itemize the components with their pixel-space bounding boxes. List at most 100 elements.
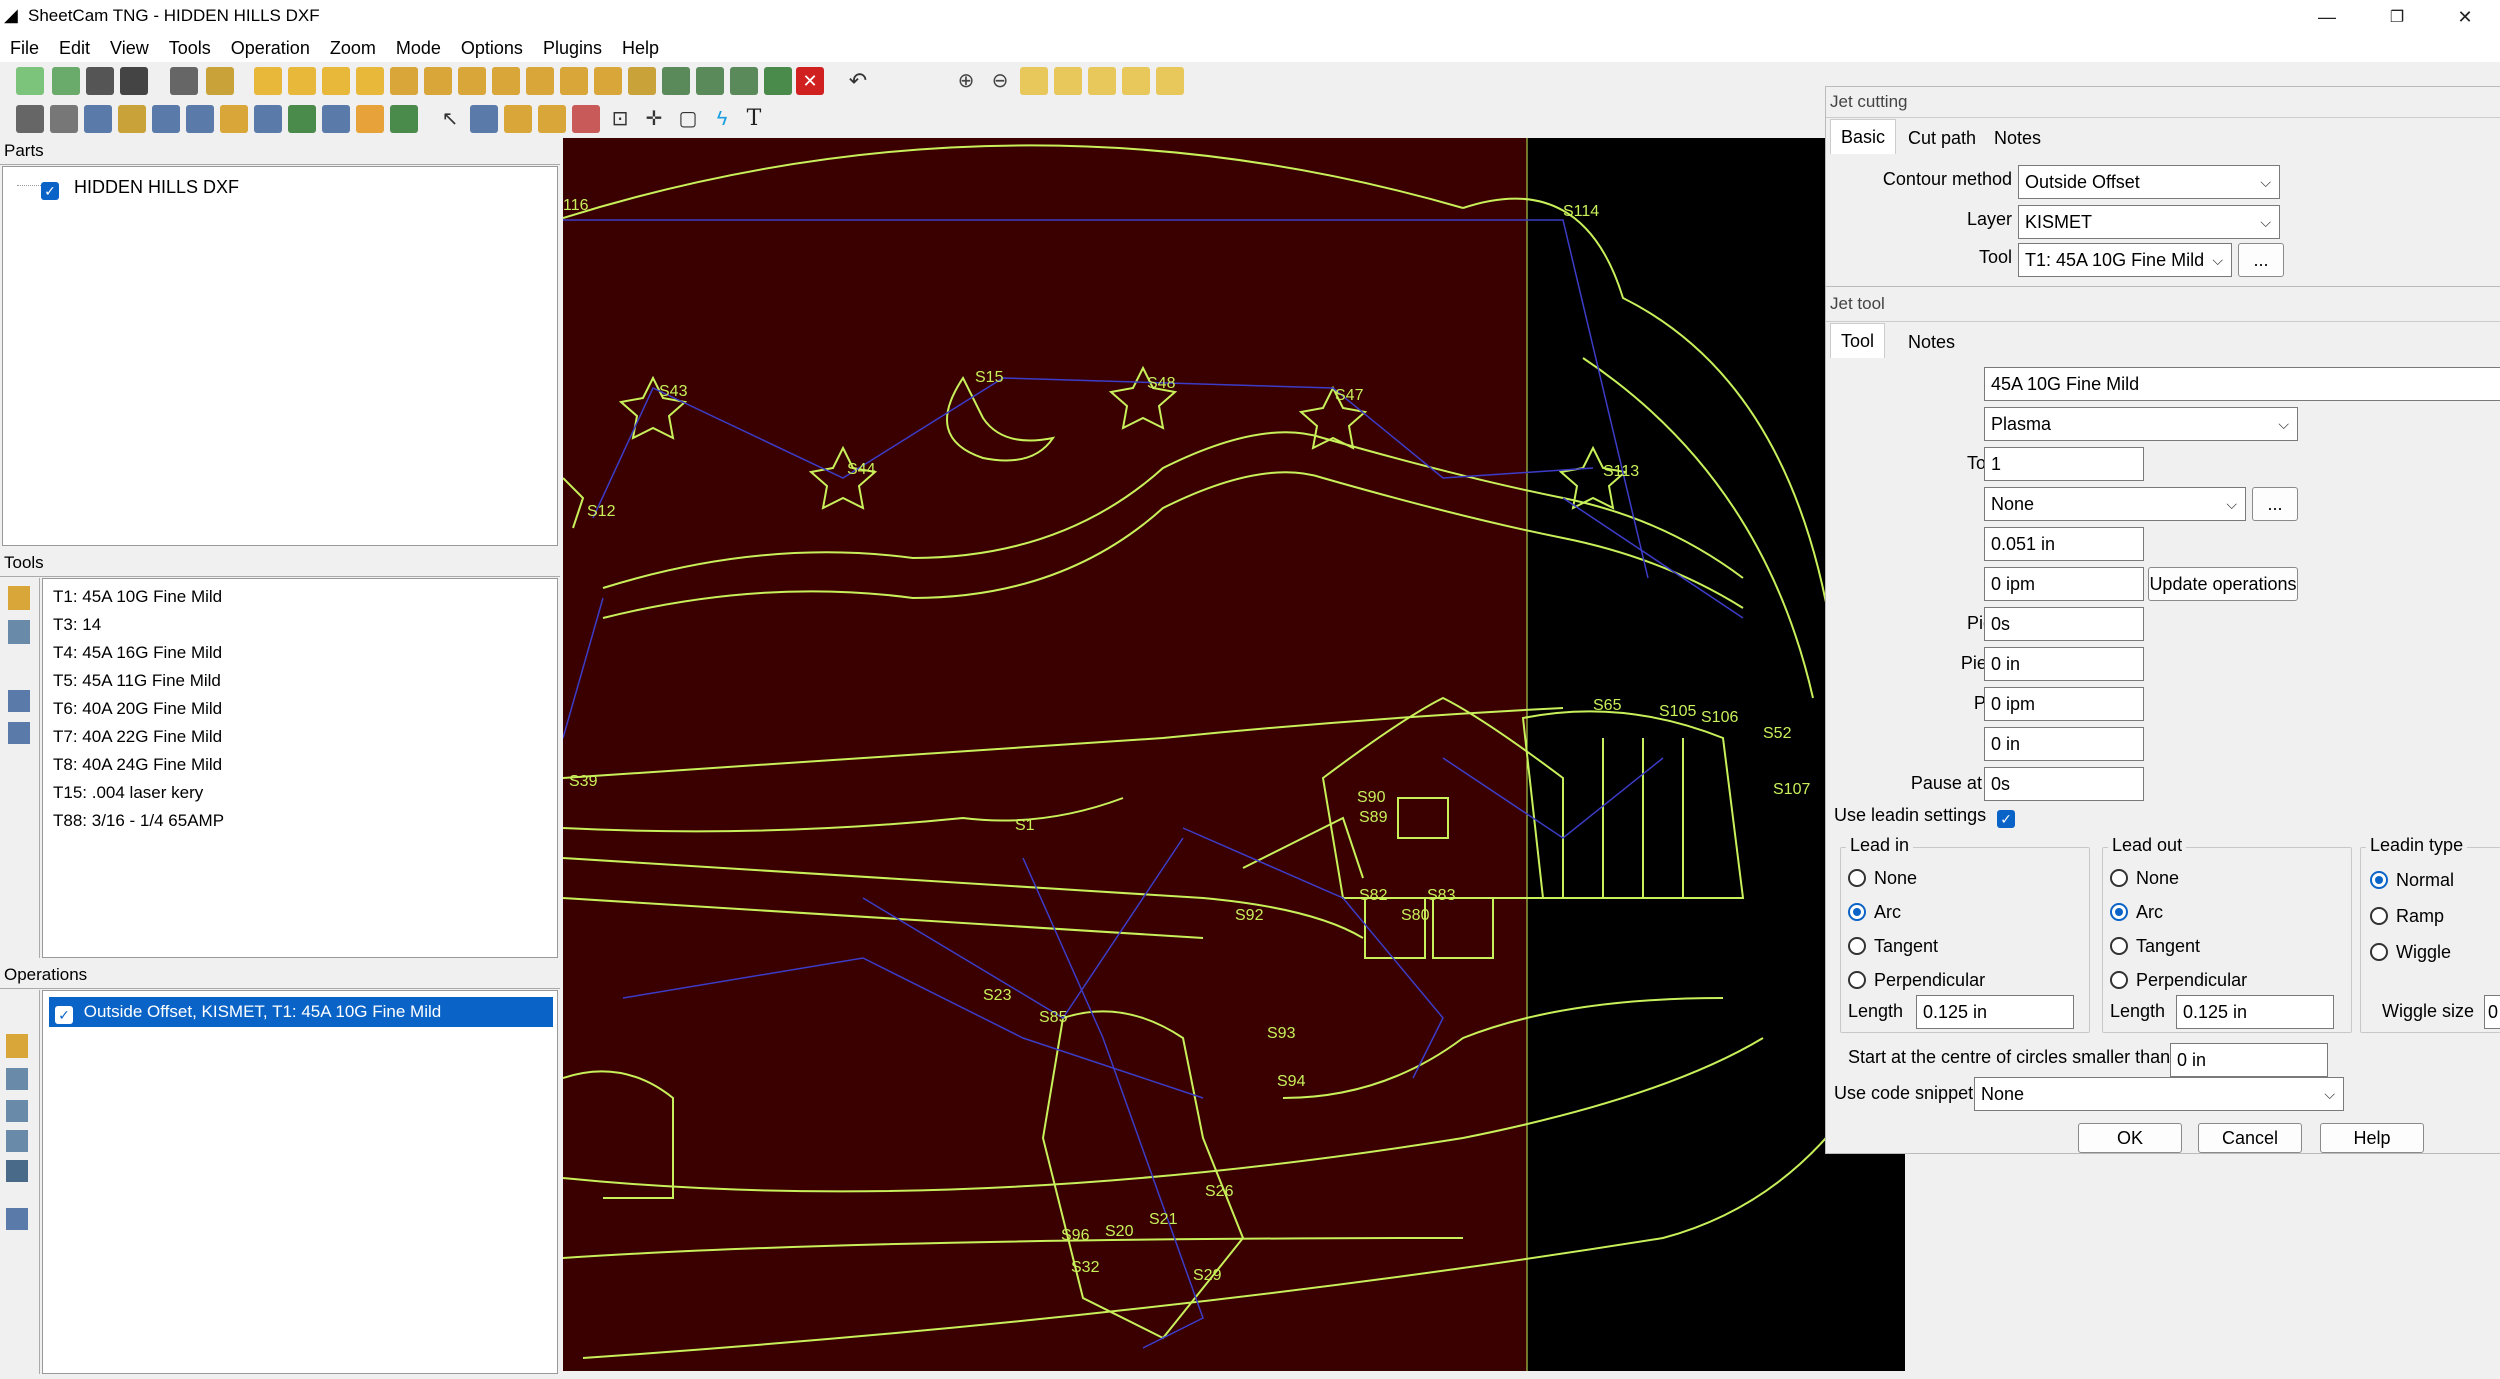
operation-row[interactable]: ✓ Outside Offset, KISMET, T1: 45A 10G Fi… (49, 997, 553, 1027)
part-checkbox[interactable]: ✓ (41, 182, 59, 200)
list-icon[interactable] (84, 105, 112, 133)
maximize-button[interactable]: ❐ (2362, 0, 2432, 34)
lightning-icon[interactable]: ϟ (708, 105, 736, 133)
jet-icon[interactable] (288, 105, 316, 133)
printer-icon[interactable] (120, 67, 148, 95)
frame-icon[interactable]: ▢ (674, 105, 702, 133)
shape-icon-1[interactable] (390, 67, 418, 95)
post-icon[interactable] (206, 67, 234, 95)
plasma-tool-icon[interactable] (8, 586, 30, 610)
type-select[interactable]: Plasma ⌵ (1984, 407, 2298, 441)
path-icon[interactable] (152, 105, 180, 133)
path-rules-select[interactable]: None ⌵ (1984, 487, 2246, 521)
table-tool-icon[interactable] (8, 690, 30, 712)
lead-out-perpendicular[interactable]: Perpendicular (2110, 969, 2247, 991)
leadin-icon[interactable] (390, 105, 418, 133)
text-icon[interactable]: T (740, 105, 768, 133)
snippet-select[interactable]: None ⌵ (1974, 1077, 2344, 1111)
use-leadin-checkbox[interactable]: ✓ (1997, 810, 2016, 828)
drill-icon[interactable] (254, 105, 282, 133)
tool-item[interactable]: T1: 45A 10G Fine Mild (43, 583, 557, 611)
leadin-type-wiggle[interactable]: Wiggle (2370, 941, 2451, 963)
operation-checkbox[interactable]: ✓ (55, 1006, 73, 1024)
lead-out-arc[interactable]: Arc (2110, 901, 2163, 923)
tool-item[interactable]: T7: 40A 22G Fine Mild (43, 723, 557, 751)
path-rules-more-button[interactable]: ... (2252, 487, 2298, 521)
part-row[interactable]: ✓ HIDDEN HILLS DXF (41, 177, 239, 200)
lead-out-length-field[interactable]: 0.125 in (2176, 995, 2334, 1029)
table-op-icon[interactable] (6, 1208, 28, 1230)
tab-tool-notes[interactable]: Notes (1898, 325, 1965, 359)
tool-item[interactable]: T6: 40A 20G Fine Mild (43, 695, 557, 723)
tool-setup-icon[interactable] (16, 105, 44, 133)
start-icon[interactable] (572, 105, 600, 133)
grid-icon-4[interactable] (356, 67, 384, 95)
tab-tool[interactable]: Tool (1830, 323, 1886, 358)
measure-icon[interactable]: ⊡ (606, 105, 634, 133)
tool-item[interactable]: T8: 40A 24G Fine Mild (43, 751, 557, 779)
print-icon[interactable] (86, 67, 114, 95)
lead-in-arc[interactable]: Arc (1848, 901, 1901, 923)
tab-notes[interactable]: Notes (1984, 121, 2051, 155)
shape-icon-6[interactable] (560, 67, 588, 95)
curve-icon[interactable] (186, 105, 214, 133)
shape-icon-5[interactable] (526, 67, 554, 95)
route-op-icon[interactable] (6, 1160, 28, 1182)
zoom-window-icon[interactable] (1020, 67, 1048, 95)
select-path-icon[interactable] (470, 105, 498, 133)
shape-icon-4[interactable] (492, 67, 520, 95)
contour-method-select[interactable]: Outside Offset ⌵ (2018, 165, 2280, 199)
feed-rate-field[interactable]: 0 ipm (1984, 567, 2144, 601)
open-icon[interactable] (52, 67, 80, 95)
lead-in-length-field[interactable]: 0.125 in (1916, 995, 2074, 1029)
menu-view[interactable]: View (100, 34, 159, 62)
tool-item[interactable]: T15: .004 laser kery (43, 779, 557, 807)
shape-icon-11[interactable] (730, 67, 758, 95)
zoom-in-icon[interactable]: ⊕ (952, 67, 980, 95)
lead-in-tangent[interactable]: Tangent (1848, 935, 1938, 957)
ok-button[interactable]: OK (2078, 1123, 2182, 1153)
lead-in-none[interactable]: None (1848, 867, 1917, 889)
leadin-type-ramp[interactable]: Ramp (2370, 905, 2444, 927)
tool-select[interactable]: T1: 45A 10G Fine Mild ⌵ (2018, 243, 2232, 277)
menu-help[interactable]: Help (612, 34, 669, 62)
library-tool-icon[interactable] (8, 722, 30, 744)
tab-basic[interactable]: Basic (1830, 119, 1897, 154)
tool-item[interactable]: T3: 14 (43, 611, 557, 639)
kerf-width-field[interactable]: 0.051 in (1984, 527, 2144, 561)
menu-operation[interactable]: Operation (221, 34, 320, 62)
menu-options[interactable]: Options (451, 34, 533, 62)
shape-icon-7[interactable] (594, 67, 622, 95)
circles-field[interactable]: 0 in (2170, 1043, 2328, 1077)
shape-icon-10[interactable] (696, 67, 724, 95)
lead-out-none[interactable]: None (2110, 867, 2179, 889)
pierce-delay-field[interactable]: 0s (1984, 607, 2144, 641)
drill-op-icon[interactable] (6, 1068, 28, 1090)
tool-more-button[interactable]: ... (2238, 243, 2284, 277)
menu-mode[interactable]: Mode (386, 34, 451, 62)
use-leadin-row[interactable]: Use leadin settings ✓ (1834, 805, 2016, 828)
shape-icon-9[interactable] (662, 67, 690, 95)
plunge-rate-field[interactable]: 0 ipm (1984, 687, 2144, 721)
undo-icon[interactable]: ↶ (844, 67, 872, 95)
rotate-icon[interactable] (538, 105, 566, 133)
drawing-canvas[interactable]: 116 S114 S43 S15 S48 S47 S44 S12 S113 S3… (563, 138, 1905, 1371)
code-tool-icon[interactable] (8, 620, 30, 644)
wiggle-size-field[interactable]: 0 (2484, 995, 2500, 1029)
menu-tools[interactable]: Tools (159, 34, 221, 62)
grid-icon-1[interactable] (254, 67, 282, 95)
pierce-height-field[interactable]: 0 in (1984, 647, 2144, 681)
minimize-button[interactable]: — (2292, 0, 2362, 34)
name-field[interactable]: 45A 10G Fine Mild (1984, 367, 2500, 401)
zoom-fit-icon[interactable] (1156, 67, 1184, 95)
calculator-icon[interactable] (170, 67, 198, 95)
zoom-selection-icon[interactable] (1122, 67, 1150, 95)
new-icon[interactable] (16, 67, 44, 95)
cancel-button[interactable]: Cancel (2198, 1123, 2302, 1153)
close-button[interactable]: ✕ (2430, 0, 2500, 34)
pause-field[interactable]: 0s (1984, 767, 2144, 801)
select-arrow-icon[interactable]: ↖ (436, 105, 464, 133)
leadin-type-normal[interactable]: Normal (2370, 869, 2454, 891)
tool-item[interactable]: T4: 45A 16G Fine Mild (43, 639, 557, 667)
menu-zoom[interactable]: Zoom (320, 34, 386, 62)
